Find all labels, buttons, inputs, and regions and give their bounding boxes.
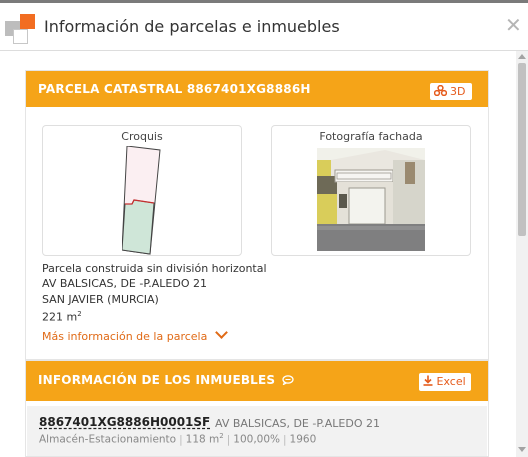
croquis-sketch[interactable] <box>122 146 162 258</box>
croquis-title: Croquis <box>121 130 163 143</box>
inmuebles-header: INFORMACIÓN DE LOS INMUEBLES Excel <box>26 361 488 401</box>
surface-value: 221 m <box>42 310 78 324</box>
fotografia-title: Fotografía fachada <box>319 130 423 143</box>
inmueble-meta: Almacén-Estacionamiento | 118 m2 | 100,00% | 1… <box>39 432 317 446</box>
more-info-link[interactable]: Más información de la parcela <box>42 326 229 343</box>
parcela-address: AV BALSICAS, DE -P.ALEDO 21 <box>42 277 207 291</box>
download-icon <box>423 375 433 386</box>
fotografia-panel: Fotografía fachada <box>271 125 471 256</box>
parcela-header: PARCELA CATASTRAL 8867401XG8886H 3D <box>26 71 488 107</box>
parcela-info: Parcela construida sin división horizont… <box>42 261 267 325</box>
scrollbar-thumb[interactable] <box>518 63 526 236</box>
inmueble-address: AV BALSICAS, DE -P.ALEDO 21 <box>215 417 380 430</box>
parcela-surface: 221 m2 <box>42 307 267 325</box>
parcela-title: PARCELA CATASTRAL 8867401XG8886H <box>38 82 311 96</box>
scroll-down-icon[interactable] <box>518 447 526 452</box>
view-3d-label: 3D <box>450 85 466 98</box>
vertical-scrollbar[interactable] <box>516 51 528 457</box>
croquis-panel: Croquis <box>42 125 242 256</box>
inmueble-row[interactable]: 8867401XG8886H0001SF AV BALSICAS, DE -P.… <box>27 406 487 456</box>
facade-photo[interactable] <box>317 148 425 251</box>
inmuebles-title: INFORMACIÓN DE LOS INMUEBLES <box>38 373 294 387</box>
more-info-label: Más información de la parcela <box>42 330 208 343</box>
app-logo-icon <box>5 14 35 44</box>
inmuebles-card: INFORMACIÓN DE LOS INMUEBLES Excel 88674… <box>25 360 489 457</box>
parcela-municipality: SAN JAVIER (MURCIA) <box>42 292 159 306</box>
close-icon[interactable]: ✕ <box>505 15 522 35</box>
inmueble-year: 1960 <box>289 433 317 446</box>
inmueble-superficie-exp: 2 <box>219 432 224 440</box>
dialog-title: Información de parcelas e inmuebles <box>44 17 340 36</box>
comment-icon[interactable] <box>282 375 294 386</box>
3d-icon <box>433 84 448 97</box>
inmueble-superficie: 118 m <box>185 433 220 446</box>
inmuebles-title-text: INFORMACIÓN DE LOS INMUEBLES <box>38 373 276 387</box>
excel-download-button[interactable]: Excel <box>419 373 471 391</box>
inmueble-ref-link[interactable]: 8867401XG8886H0001SF <box>39 415 210 429</box>
dialog-titlebar: Información de parcelas e inmuebles ✕ <box>0 3 528 51</box>
parcela-type: Parcela construida sin división horizont… <box>42 262 267 275</box>
chevron-down-icon <box>215 326 229 339</box>
excel-label: Excel <box>436 375 466 388</box>
inmueble-uso: Almacén-Estacionamiento <box>39 433 177 446</box>
inmueble-participacion: 100,00% <box>233 433 280 446</box>
surface-exponent: 2 <box>77 309 82 318</box>
scroll-up-icon[interactable] <box>518 54 526 59</box>
parcela-card: PARCELA CATASTRAL 8867401XG8886H 3D Croq… <box>25 70 489 360</box>
view-3d-button[interactable]: 3D <box>430 83 472 100</box>
